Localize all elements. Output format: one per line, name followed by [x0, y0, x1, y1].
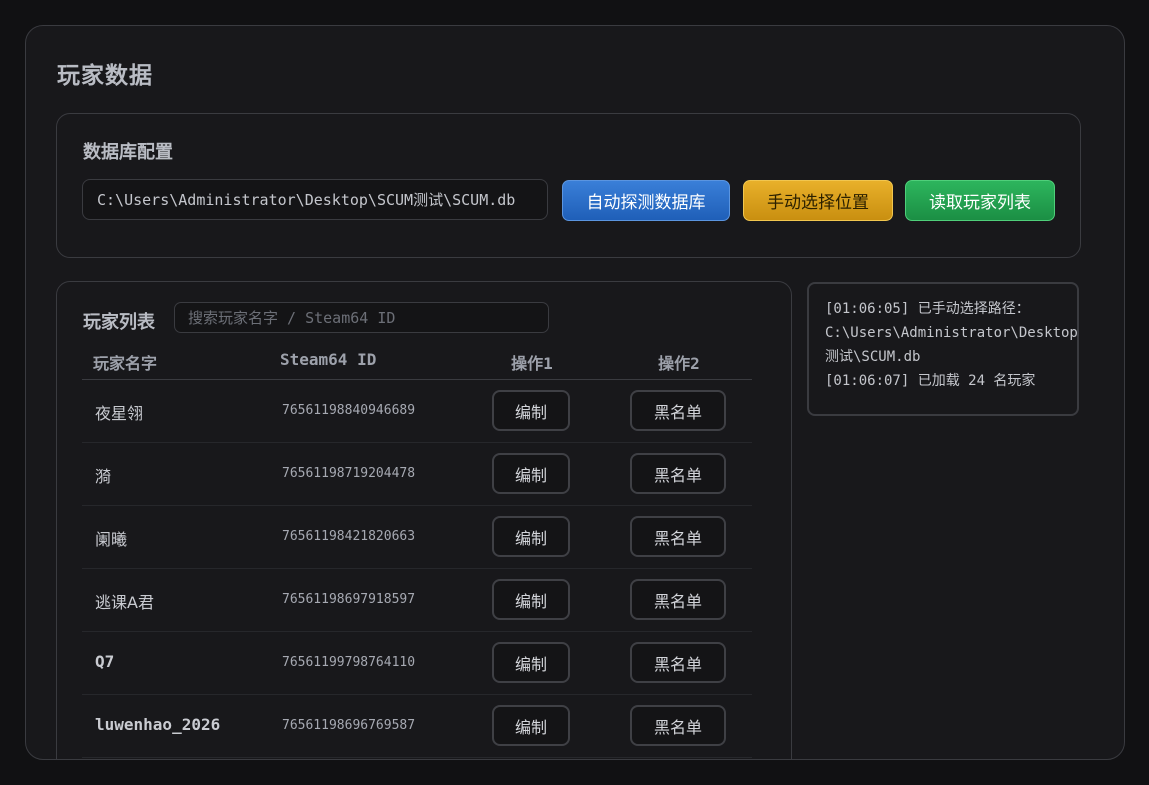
database-config-card: 数据库配置 自动探测数据库 手动选择位置 读取玩家列表 [56, 113, 1081, 258]
table-row: 阑曦 76561198421820663 编制 黑名单 [82, 506, 752, 569]
read-player-list-button[interactable]: 读取玩家列表 [905, 180, 1055, 221]
player-steam-id: 76561198697918597 [282, 592, 416, 607]
player-steam-id: 76561198719204478 [282, 466, 416, 481]
edit-button[interactable]: 编制 [492, 390, 570, 431]
table-row: 漪 76561198719204478 编制 黑名单 [82, 443, 752, 506]
database-config-title: 数据库配置 [83, 142, 173, 163]
blacklist-button[interactable]: 黑名单 [630, 516, 726, 557]
edit-button[interactable]: 编制 [492, 705, 570, 746]
edit-button[interactable]: 编制 [492, 642, 570, 683]
player-name: 逃课A君 [95, 593, 154, 612]
blacklist-button[interactable]: 黑名单 [630, 705, 726, 746]
page-title: 玩家数据 [57, 63, 153, 89]
player-name: 阑曦 [95, 530, 128, 549]
log-line: C:\Users\Administrator\Desktop\SCUM [825, 325, 1078, 341]
player-table-header: 玩家名字 Steam64 ID 操作1 操作2 [82, 344, 752, 380]
edit-button[interactable]: 编制 [492, 579, 570, 620]
player-steam-id: 76561199798764110 [282, 655, 416, 670]
manual-select-location-button[interactable]: 手动选择位置 [743, 180, 893, 221]
log-line: [01:06:05] 已手动选择路径： [825, 301, 1030, 317]
column-header-action-1: 操作1 [511, 354, 553, 373]
log-line: [01:06:07] 已加载 24 名玩家 [825, 373, 1036, 389]
blacklist-button[interactable]: 黑名单 [630, 453, 726, 494]
blacklist-button[interactable]: 黑名单 [630, 579, 726, 620]
player-name: 夜星翎 [95, 404, 144, 423]
player-list-title: 玩家列表 [83, 312, 155, 333]
player-name: Q7 [95, 652, 115, 671]
table-row: Q7 76561199798764110 编制 黑名单 [82, 632, 752, 695]
blacklist-button[interactable]: 黑名单 [630, 642, 726, 683]
table-row: 夜星翎 76561198840946689 编制 黑名单 [82, 380, 752, 443]
activity-log-text: [01:06:05] 已手动选择路径： C:\Users\Administrato… [825, 297, 1078, 393]
player-list-card: 玩家列表 玩家名字 Steam64 ID 操作1 操作2 夜星翎 7656119… [56, 281, 792, 759]
column-header-name: 玩家名字 [93, 354, 158, 373]
blacklist-button[interactable]: 黑名单 [630, 390, 726, 431]
database-path-input[interactable] [82, 179, 548, 220]
player-steam-id: 76561198840946689 [282, 403, 416, 418]
player-data-panel: 玩家数据 数据库配置 自动探测数据库 手动选择位置 读取玩家列表 玩家列表 玩家… [25, 25, 1125, 760]
edit-button[interactable]: 编制 [492, 453, 570, 494]
column-header-steam-id: Steam64 ID [280, 350, 377, 369]
player-steam-id: 76561198696769587 [282, 718, 416, 733]
player-steam-id: 76561198421820663 [282, 529, 416, 544]
table-row: 逃课A君 76561198697918597 编制 黑名单 [82, 569, 752, 632]
player-table-body: 夜星翎 76561198840946689 编制 黑名单 漪 765611987… [82, 380, 752, 758]
column-header-action-2: 操作2 [658, 354, 700, 373]
table-row: luwenhao_2026 76561198696769587 编制 黑名单 [82, 695, 752, 758]
activity-log-panel: [01:06:05] 已手动选择路径： C:\Users\Administrato… [807, 282, 1079, 416]
player-name: luwenhao_2026 [95, 715, 221, 734]
player-name: 漪 [95, 467, 112, 486]
edit-button[interactable]: 编制 [492, 516, 570, 557]
auto-detect-database-button[interactable]: 自动探测数据库 [562, 180, 730, 221]
log-line: 测试\SCUM.db [825, 349, 921, 365]
player-search-input[interactable] [174, 302, 549, 333]
